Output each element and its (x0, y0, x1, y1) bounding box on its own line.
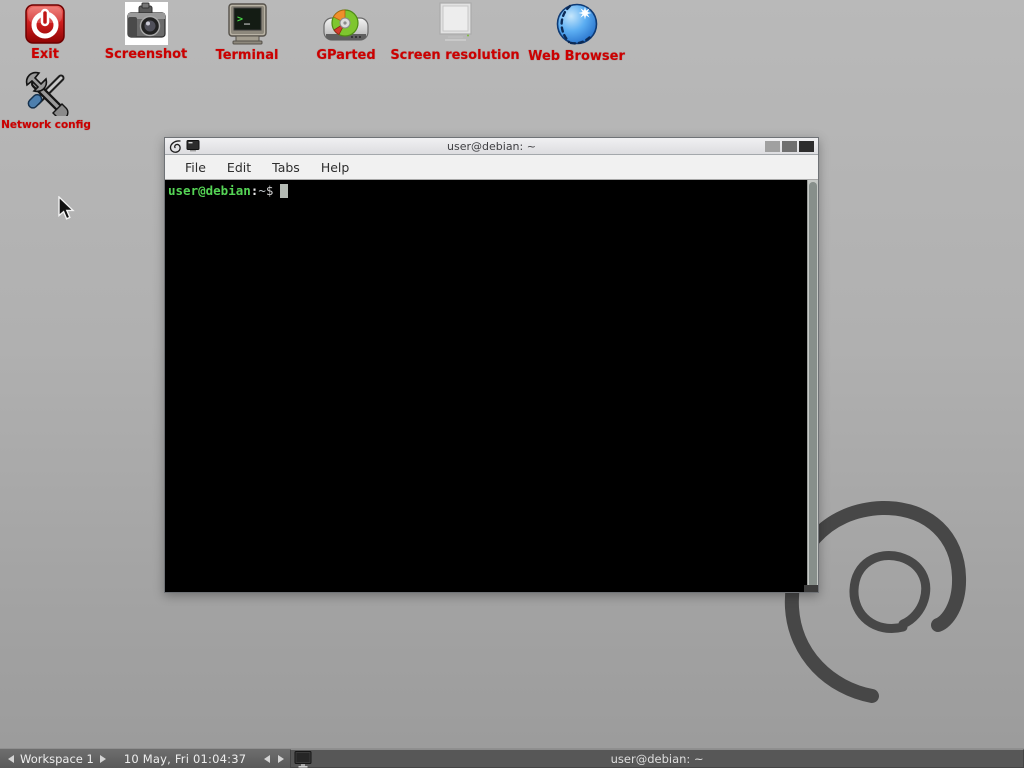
workspace-prev-arrow[interactable] (8, 755, 14, 763)
desktop-icon-terminal[interactable]: > _ Terminal (212, 2, 282, 63)
menu-help[interactable]: Help (313, 157, 358, 178)
window-titlebar[interactable]: user@debian: ~ (165, 138, 818, 155)
desktop-icon-screenshot[interactable]: Screenshot (104, 2, 188, 62)
desktop-icon-exit[interactable]: Exit (13, 3, 77, 62)
icon-label: Screen resolution (389, 48, 521, 63)
menu-file[interactable]: File (177, 157, 214, 178)
debian-desktop: { "desktop": { "icons": [ { "label": "Ex… (0, 0, 1024, 768)
task-next-arrow[interactable] (278, 755, 284, 763)
taskbar: Workspace 1 10 May, Fri 01:04:37 user@de… (0, 748, 1024, 768)
icon-label: Terminal (212, 48, 282, 63)
disk-partition-icon (321, 6, 371, 46)
terminal-scrollbar[interactable] (807, 180, 818, 590)
window-title: user@debian: ~ (165, 140, 818, 153)
close-button[interactable] (799, 141, 814, 152)
crt-terminal-icon: > _ (225, 2, 270, 46)
svg-text:_: _ (244, 14, 251, 25)
menu-edit[interactable]: Edit (219, 157, 259, 178)
icon-label: Exit (13, 47, 77, 62)
scrollbar-thumb[interactable] (809, 182, 817, 588)
prompt-symbol: $ (266, 183, 274, 198)
power-icon (24, 3, 66, 45)
desktop-icon-web-browser[interactable]: Web Browser (524, 1, 629, 64)
terminal-menubar: File Edit Tabs Help (165, 155, 818, 180)
desktop-icon-gparted[interactable]: GParted (312, 6, 380, 63)
desktop-icon-screen-resolution[interactable]: Screen resolution (389, 2, 521, 63)
monitor-icon (433, 2, 477, 46)
terminal-mini-icon (186, 140, 200, 152)
debian-swirl-icon (169, 139, 182, 153)
workspace-label[interactable]: Workspace 1 (20, 752, 94, 766)
icon-label: Screenshot (104, 47, 188, 62)
task-button-label: user@debian: ~ (611, 752, 704, 766)
camera-icon (125, 2, 168, 45)
icon-label: Network config (0, 118, 92, 133)
task-monitor-icon (294, 751, 312, 768)
maximize-button[interactable] (782, 141, 797, 152)
icon-label: Web Browser (524, 49, 629, 64)
workspace-next-arrow[interactable] (100, 755, 106, 763)
terminal-window: user@debian: ~ File Edit Tabs Help user@… (164, 137, 819, 593)
tools-icon (23, 70, 69, 116)
window-resize-grip[interactable] (804, 585, 818, 592)
desktop-icon-network-config[interactable]: Network config (0, 70, 92, 133)
svg-text:>: > (237, 14, 243, 25)
window-menu-icon[interactable] (169, 139, 182, 153)
task-prev-arrow[interactable] (264, 755, 270, 763)
terminal-cursor (280, 184, 288, 198)
minimize-button[interactable] (765, 141, 780, 152)
task-button-terminal[interactable]: user@debian: ~ (290, 749, 1024, 768)
icon-label: GParted (312, 48, 380, 63)
terminal-output: user@debian:~$ (165, 180, 807, 590)
globe-icon (554, 1, 600, 47)
mouse-cursor (57, 196, 77, 222)
taskbar-clock: 10 May, Fri 01:04:37 (124, 752, 246, 766)
menu-tabs[interactable]: Tabs (264, 157, 308, 178)
prompt-path: ~ (258, 183, 266, 198)
prompt-user-host: user@debian (168, 183, 251, 198)
terminal-screen[interactable]: user@debian:~$ (165, 180, 818, 590)
